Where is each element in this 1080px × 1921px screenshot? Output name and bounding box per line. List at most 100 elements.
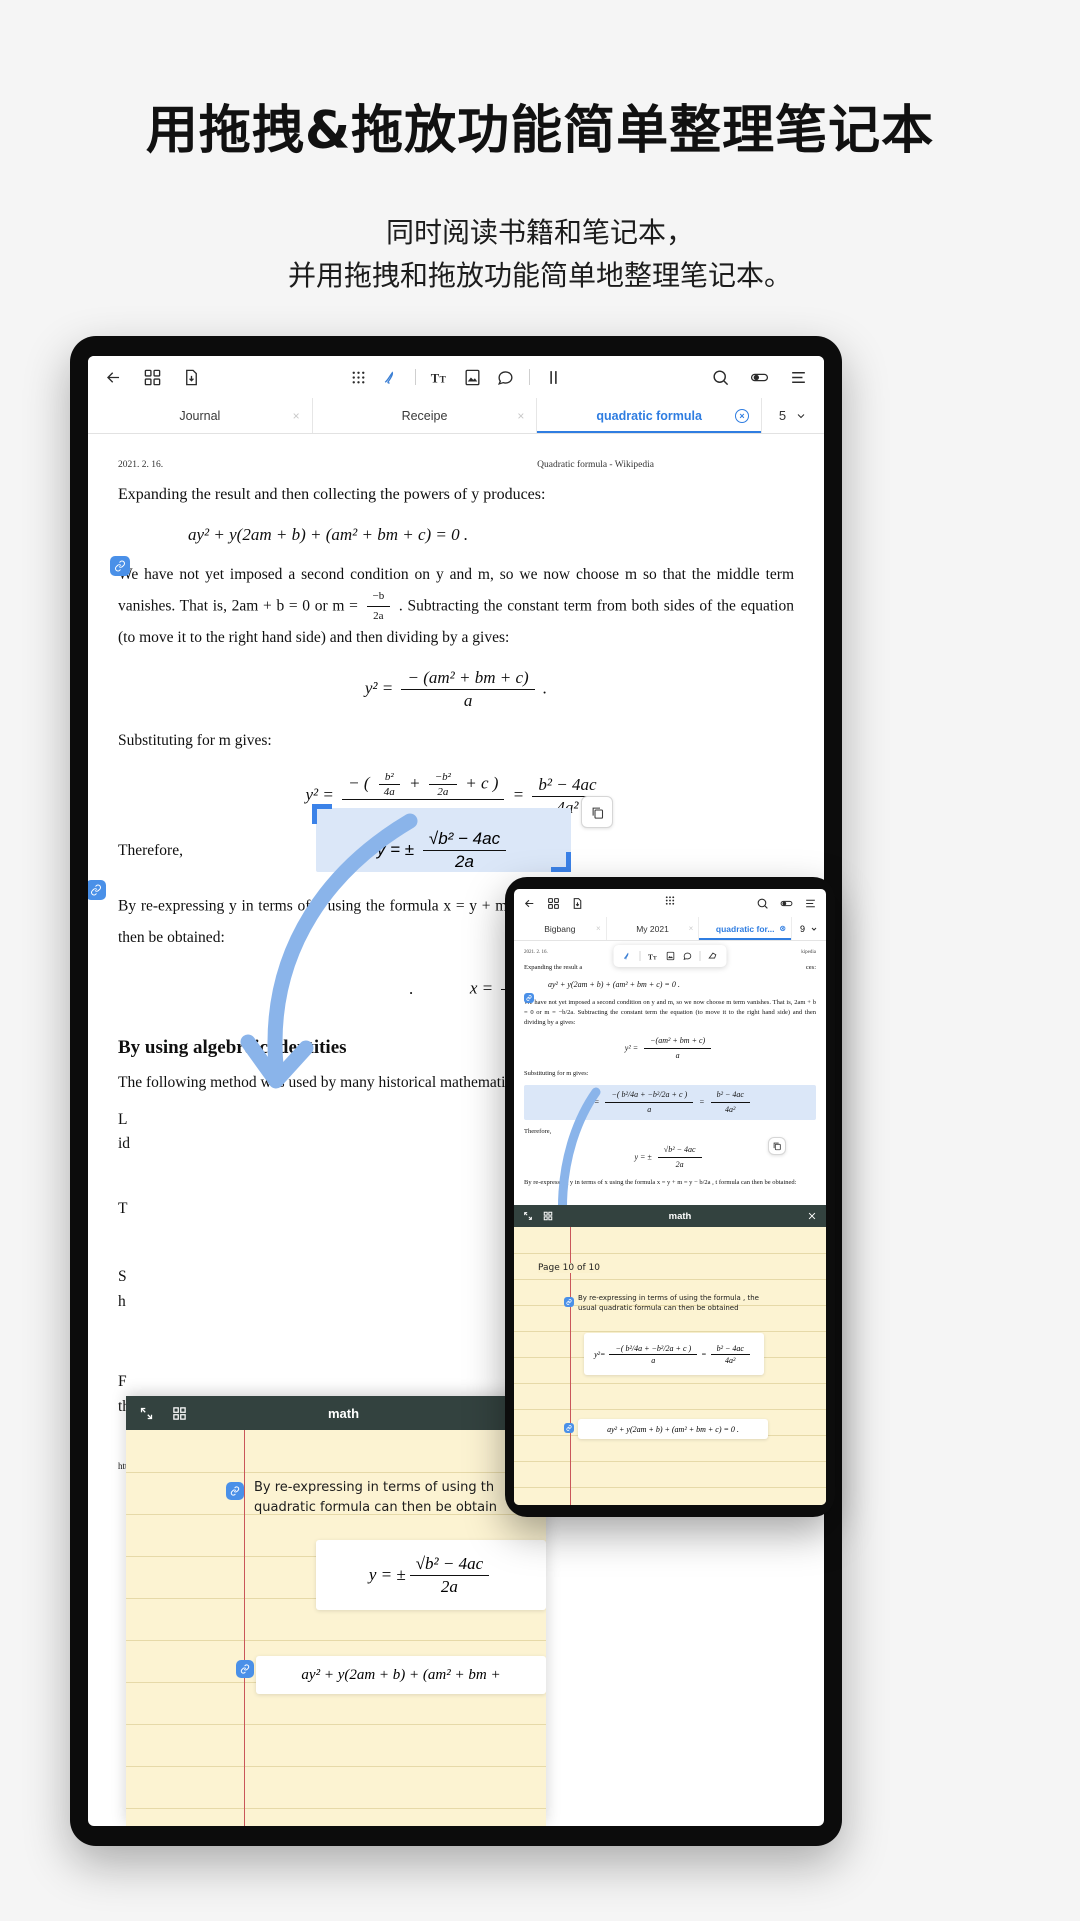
- inner-fraction-2: −b² 2a: [428, 771, 457, 798]
- toolbar-right-group: [711, 368, 808, 387]
- export-document-icon[interactable]: [182, 368, 201, 387]
- note-line-2: quadratic formula can then be obtain: [254, 1499, 497, 1515]
- equation-lhs: y = ±: [368, 1565, 406, 1584]
- notes-panel-header: math: [126, 1396, 546, 1430]
- export-document-icon[interactable]: [571, 897, 584, 910]
- phone-equation-3-highlight[interactable]: y² = −( b²/4a + −b²/2a + c ) a = b² − 4a…: [524, 1085, 816, 1121]
- apps-dots-icon[interactable]: [349, 368, 368, 387]
- note-link-badge-icon[interactable]: [226, 1482, 244, 1500]
- phone-device: Bigbang × My 2021 × quadratic for... ⊗ 9…: [505, 877, 835, 1517]
- phone-toolbar-left: [523, 897, 584, 910]
- menu-icon[interactable]: [789, 368, 808, 387]
- apps-dots-icon[interactable]: [664, 894, 677, 907]
- shape-icon[interactable]: [708, 951, 718, 961]
- subtitle-line-1: 同时阅读书籍和笔记本，: [385, 216, 694, 249]
- expand-icon[interactable]: [523, 1211, 533, 1221]
- tab-close-icon[interactable]: ×: [517, 409, 524, 423]
- back-arrow-icon[interactable]: [523, 897, 536, 910]
- equation-fraction-rhs: b² − 4ac 4a²: [710, 1344, 750, 1365]
- page-indicator: Page 10 of 10: [538, 1263, 600, 1273]
- grid-view-icon[interactable]: [547, 897, 560, 910]
- note-formula-card-2[interactable]: ay² + y(2am + b) + (am² + bm +: [256, 1656, 546, 1694]
- document-source: Quadratic formula - Wikipedia: [537, 460, 654, 470]
- pen-icon[interactable]: [382, 368, 401, 387]
- note-formula-card-1[interactable]: y = ± √b² − 4ac 2a: [316, 1540, 546, 1610]
- menu-icon[interactable]: [804, 897, 817, 910]
- phone-notes-panel[interactable]: math Page 10 of 10 By re-expressing in t…: [514, 1205, 826, 1505]
- fraction-numerator: b² − 4ac: [710, 1089, 750, 1104]
- grid-view-icon[interactable]: [543, 1211, 553, 1221]
- tab-close-icon[interactable]: ⊗: [779, 924, 786, 933]
- phone-note-link-badge-icon-2[interactable]: [564, 1423, 574, 1433]
- selection-handle-top-left[interactable]: [312, 804, 332, 824]
- phone-floating-toolbar[interactable]: TT: [613, 945, 727, 967]
- phone-note-formula-card-1[interactable]: y² = −( b²/4a + −b²/2a + c ) a = b² − 4a…: [584, 1333, 764, 1375]
- tablet-tab-bar: Journal × Receipe × quadratic formula × …: [88, 398, 824, 434]
- tablet-document[interactable]: 2021. 2. 16. Quadratic formula - Wikiped…: [88, 434, 824, 864]
- doc-paragraph-2: We have not yet imposed a second conditi…: [118, 563, 794, 650]
- phone-note-link-badge-icon[interactable]: [564, 1297, 574, 1307]
- tab-close-icon[interactable]: ×: [689, 924, 694, 933]
- tab-journal[interactable]: Journal ×: [88, 398, 313, 433]
- phone-copy-button[interactable]: [768, 1137, 786, 1155]
- tablet-notes-panel[interactable]: math By re-expressing in terms of using …: [126, 1396, 546, 1826]
- phone-tab-bar: Bigbang × My 2021 × quadratic for... ⊗ 9: [514, 917, 826, 941]
- fraction-denominator: 2a: [455, 852, 474, 871]
- equation-fraction: √b² − 4ac 2a: [409, 1554, 490, 1597]
- dark-mode-icon[interactable]: [780, 897, 793, 910]
- close-icon[interactable]: [807, 1211, 817, 1221]
- phone-note-formula-card-2[interactable]: ay² + y(2am + b) + (am² + bm + c) = 0 .: [578, 1419, 768, 1439]
- text-format-icon[interactable]: TT: [430, 368, 449, 387]
- promo-page: 用拖拽&拖放功能简单整理笔记本 同时阅读书籍和笔记本， 并用拖拽和拖放功能简单地…: [0, 0, 1080, 1921]
- notes-panel-body[interactable]: By re-expressing in terms of using th qu…: [126, 1430, 546, 1826]
- text-format-icon[interactable]: TT: [648, 951, 659, 962]
- link-badge-icon[interactable]: [110, 556, 130, 576]
- note-link-badge-icon-2[interactable]: [236, 1660, 254, 1678]
- comment-icon[interactable]: [683, 951, 693, 961]
- image-icon[interactable]: [666, 951, 676, 961]
- phone-link-badge-icon[interactable]: [524, 993, 534, 1003]
- notes-margin-line: [244, 1430, 245, 1826]
- phone-paragraph-2: We have not yet imposed a second conditi…: [524, 999, 816, 1026]
- phone-tab-my2021[interactable]: My 2021 ×: [607, 917, 700, 940]
- tab-close-icon[interactable]: ×: [735, 408, 750, 423]
- fraction-denominator: 2a: [675, 1160, 684, 1169]
- phone-tab-quadratic[interactable]: quadratic for... ⊗: [699, 917, 793, 940]
- comment-icon[interactable]: [496, 368, 515, 387]
- copy-button[interactable]: [581, 796, 613, 828]
- doc-paragraph-3: Substituting for m gives:: [118, 731, 272, 749]
- dark-mode-icon[interactable]: [750, 368, 769, 387]
- phone-toolbar-right: [756, 897, 817, 910]
- image-icon[interactable]: [463, 368, 482, 387]
- fraction-numerator: b² − 4ac: [532, 775, 603, 797]
- doc-p10-a: F: [118, 1373, 127, 1391]
- tab-quadratic-formula[interactable]: quadratic formula ×: [537, 398, 763, 433]
- tab-receipe[interactable]: Receipe ×: [313, 398, 538, 433]
- svg-text:T: T: [648, 952, 653, 961]
- phone-paragraph-5: By re-expressing y in terms of x using t…: [524, 1179, 797, 1186]
- phone-tab-count-dropdown[interactable]: 9: [792, 917, 826, 940]
- grid-view-icon[interactable]: [143, 368, 162, 387]
- back-arrow-icon[interactable]: [104, 368, 123, 387]
- phone-notes-body[interactable]: Page 10 of 10 By re-expressing in terms …: [514, 1227, 826, 1505]
- tab-count-value: 9: [800, 923, 806, 934]
- tab-close-icon[interactable]: ×: [596, 924, 601, 933]
- pen-icon[interactable]: [623, 951, 633, 961]
- phone-document[interactable]: 2021. 2. 16. kipedia TT Expanding the re…: [514, 941, 826, 1188]
- search-icon[interactable]: [756, 897, 769, 910]
- tab-label: quadratic formula: [596, 408, 702, 423]
- fraction-denominator: 4a²: [725, 1355, 736, 1365]
- tab-count-dropdown[interactable]: 5: [762, 398, 824, 433]
- search-icon[interactable]: [711, 368, 730, 387]
- equation-lhs: y²: [364, 678, 378, 698]
- link-badge-icon-2[interactable]: [88, 880, 106, 900]
- grid-view-icon[interactable]: [172, 1406, 187, 1421]
- tab-label: My 2021: [636, 923, 669, 934]
- page-subtitle: 同时阅读书籍和笔记本， 并用拖拽和拖放功能简单地整理笔记本。: [0, 211, 1080, 298]
- fraction-denominator: a: [651, 1355, 656, 1365]
- split-view-icon[interactable]: [544, 368, 563, 387]
- phone-tab-bigbang[interactable]: Bigbang ×: [514, 917, 607, 940]
- tab-close-icon[interactable]: ×: [293, 409, 300, 423]
- fraction-numerator: − ( b² 4a + −b² 2a + c ): [342, 771, 505, 801]
- expand-icon[interactable]: [139, 1406, 154, 1421]
